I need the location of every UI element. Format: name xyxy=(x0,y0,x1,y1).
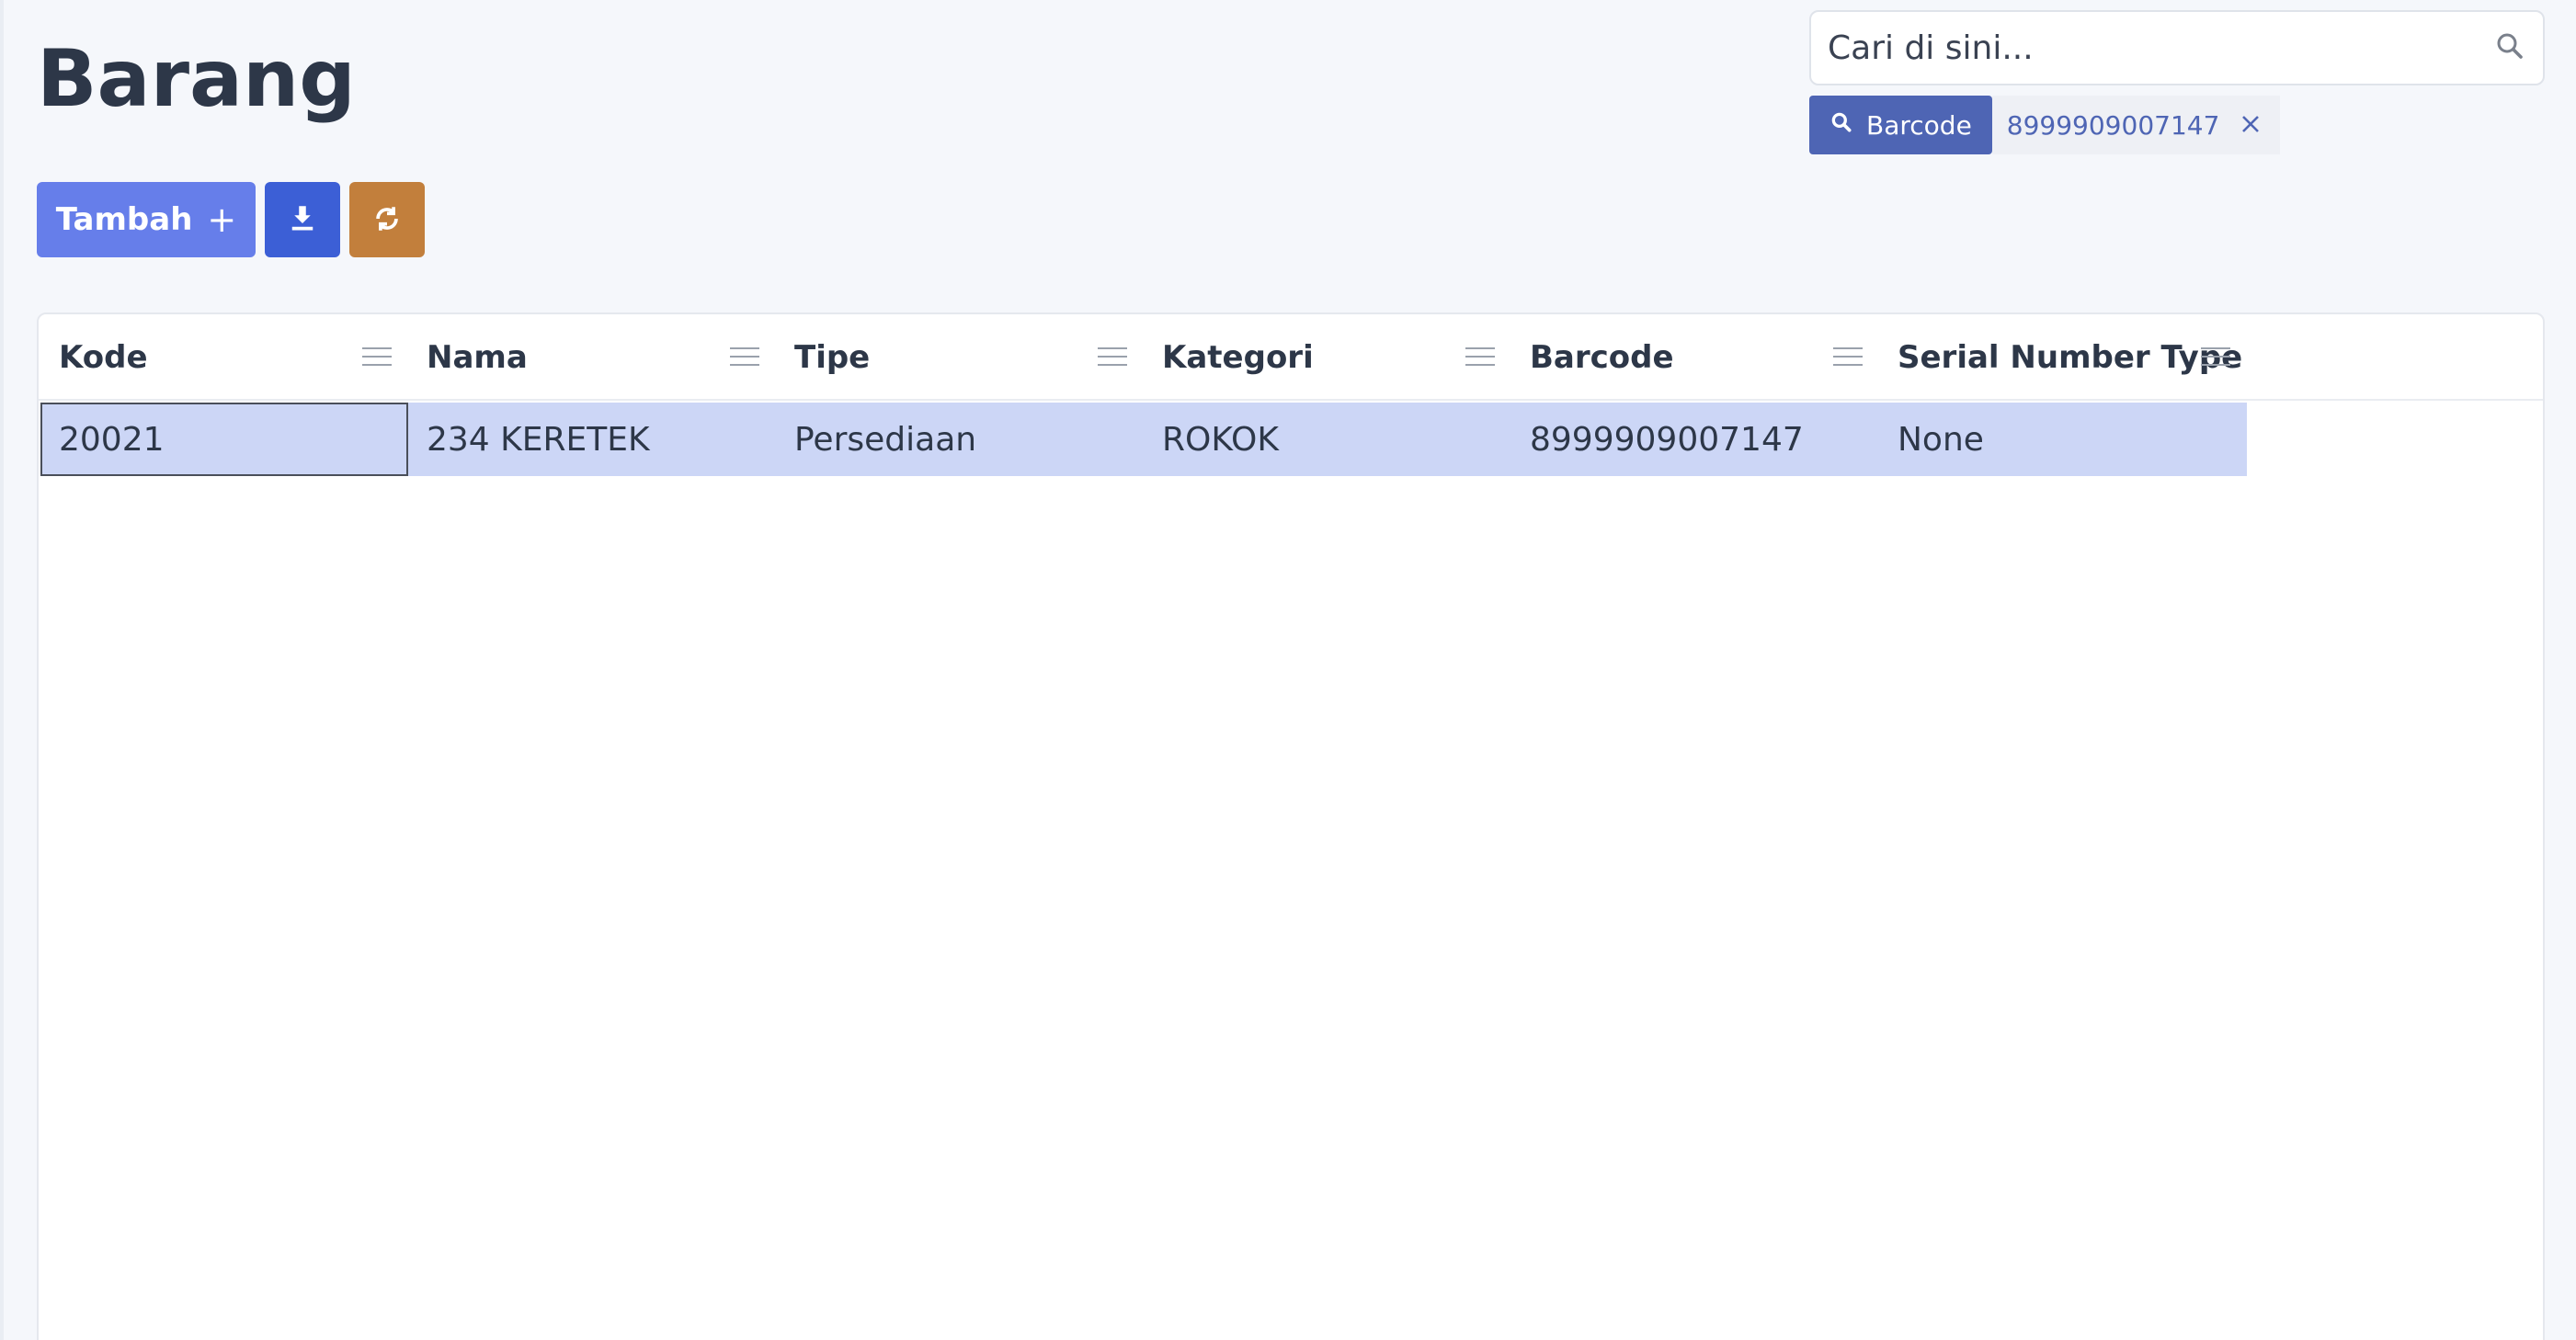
column-menu-icon[interactable] xyxy=(1098,347,1127,368)
column-menu-icon[interactable] xyxy=(1465,347,1495,368)
column-header-nama[interactable]: Nama xyxy=(406,314,774,401)
column-header-label: Kode xyxy=(59,339,148,376)
column-header-kategori[interactable]: Kategori xyxy=(1142,314,1510,401)
cell-kategori[interactable]: ROKOK xyxy=(1144,403,1511,476)
table-header: Kode Nama Tipe Kategori Barcode Serial N… xyxy=(39,314,2543,401)
cell-nama[interactable]: 234 KERETEK xyxy=(408,403,776,476)
page: Barang Barcode 8999909007147 Tambah + xyxy=(0,0,2576,1340)
cell-kode[interactable]: 20021 xyxy=(40,403,408,476)
table-row[interactable]: 20021 234 KERETEK Persediaan ROKOK 89999… xyxy=(40,403,2247,476)
filter-value-text: 8999909007147 xyxy=(2006,109,2220,141)
column-menu-icon[interactable] xyxy=(362,347,392,368)
filter-field-label: Barcode xyxy=(1866,109,1972,141)
add-button[interactable]: Tambah + xyxy=(37,182,256,257)
column-header-barcode[interactable]: Barcode xyxy=(1510,314,1877,401)
column-menu-icon[interactable] xyxy=(730,347,759,368)
close-icon[interactable] xyxy=(2240,108,2262,142)
search-input[interactable] xyxy=(1828,28,2493,67)
cell-serial-number-type[interactable]: None xyxy=(1879,403,2247,476)
active-filter: Barcode 8999909007147 xyxy=(1809,96,2281,154)
search-icon[interactable] xyxy=(2493,29,2526,66)
download-icon xyxy=(289,203,316,237)
column-header-kode[interactable]: Kode xyxy=(39,314,406,401)
sync-button[interactable] xyxy=(349,182,425,257)
column-menu-icon[interactable] xyxy=(2201,347,2230,368)
page-title: Barang xyxy=(37,33,356,125)
column-header-tipe[interactable]: Tipe xyxy=(774,314,1142,401)
column-header-label: Barcode xyxy=(1530,339,1674,376)
column-menu-icon[interactable] xyxy=(1833,347,1863,368)
data-table: Kode Nama Tipe Kategori Barcode Serial N… xyxy=(37,312,2545,1340)
column-header-label: Nama xyxy=(427,339,528,376)
column-header-label: Serial Number Type xyxy=(1898,339,2243,376)
filter-field-tag[interactable]: Barcode xyxy=(1809,96,1992,154)
cell-barcode[interactable]: 8999909007147 xyxy=(1511,403,1879,476)
add-button-label: Tambah xyxy=(55,201,193,238)
download-button[interactable] xyxy=(265,182,340,257)
filter-value-tag: 8999909007147 xyxy=(1991,96,2281,154)
sync-icon xyxy=(371,203,403,237)
column-header-label: Kategori xyxy=(1162,339,1314,376)
column-header-serial-number-type[interactable]: Serial Number Type xyxy=(1877,314,2245,401)
toolbar: Tambah + xyxy=(37,182,425,257)
plus-icon: + xyxy=(207,199,237,240)
cell-tipe[interactable]: Persediaan xyxy=(776,403,1144,476)
sidebar-edge xyxy=(0,0,4,1340)
column-header-label: Tipe xyxy=(794,339,871,376)
search-icon xyxy=(1829,110,1853,141)
search-box[interactable] xyxy=(1809,10,2545,85)
